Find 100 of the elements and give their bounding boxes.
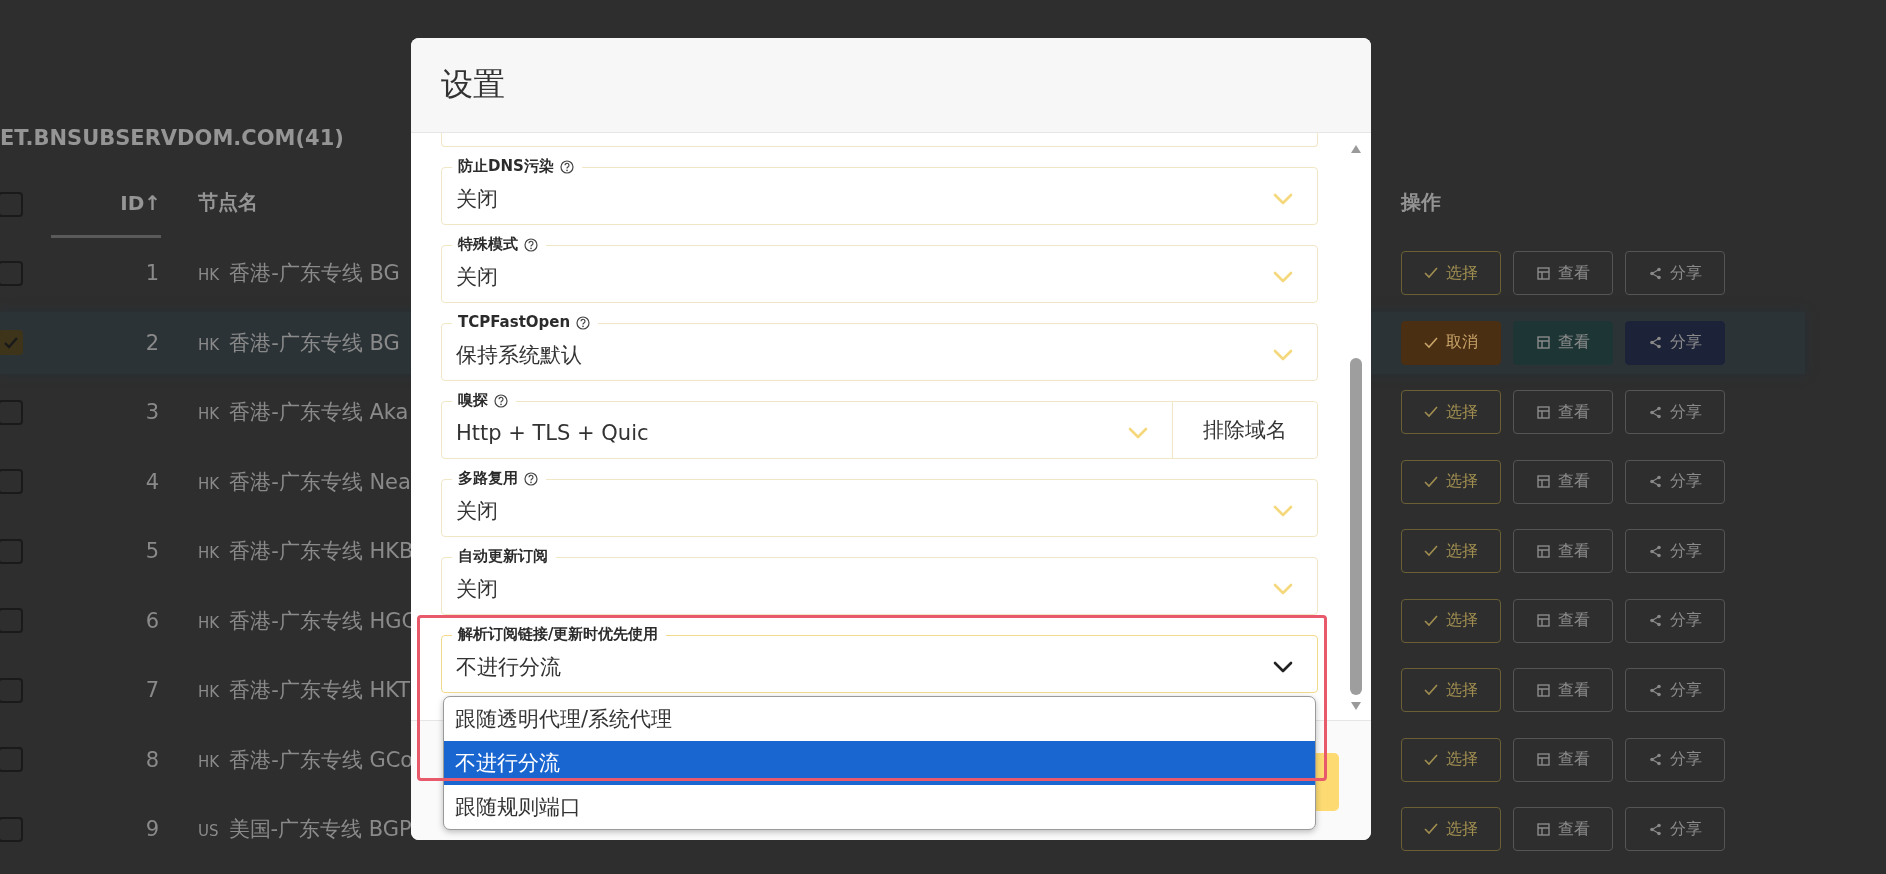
select-button[interactable]: 选择 bbox=[1401, 598, 1501, 643]
help-icon[interactable] bbox=[524, 237, 538, 252]
share-icon bbox=[1648, 475, 1662, 488]
id-cell-text: 4 bbox=[144, 469, 160, 494]
view-button[interactable]: 查看 bbox=[1513, 529, 1613, 573]
node-name: 香港-广东专线 Aka bbox=[229, 399, 409, 426]
dropdown-option[interactable]: 跟随规则端口 bbox=[444, 785, 1315, 829]
check-icon bbox=[1424, 614, 1438, 627]
view-button[interactable]: 查看 bbox=[1513, 320, 1613, 365]
node-name: 香港-广东专线 HKT bbox=[229, 677, 411, 704]
table-icon bbox=[1536, 614, 1550, 627]
select-button[interactable]: 选择 bbox=[1401, 459, 1501, 504]
select-button[interactable]: 选择 bbox=[1401, 737, 1501, 782]
dropdown-option[interactable]: 跟随透明代理/系统代理 bbox=[444, 697, 1315, 741]
id-cell-text: 2 bbox=[144, 330, 160, 355]
check-icon bbox=[1424, 684, 1438, 696]
chevron-icon bbox=[1273, 193, 1293, 205]
node-name: 香港-广东专线 BG bbox=[229, 260, 400, 287]
select-button[interactable]: 选择 bbox=[1401, 668, 1501, 712]
column-header[interactable]: 操作 bbox=[1401, 169, 1441, 239]
dropdown-option[interactable]: 不进行分流 bbox=[444, 741, 1315, 785]
table-icon bbox=[1536, 683, 1550, 697]
region-code: HK bbox=[198, 544, 220, 562]
id-cell-text: 6 bbox=[144, 608, 160, 633]
node-name: 香港-广东专线 Nea bbox=[229, 468, 411, 496]
share-button[interactable]: 分享 bbox=[1625, 529, 1725, 573]
share-icon bbox=[1648, 753, 1662, 766]
region-code: HK bbox=[198, 613, 220, 632]
select-button[interactable]: 取消 bbox=[1401, 320, 1501, 365]
check-icon bbox=[1424, 406, 1438, 418]
share-icon bbox=[1648, 683, 1662, 697]
check-icon bbox=[1424, 753, 1438, 766]
select-button[interactable]: 选择 bbox=[1401, 807, 1501, 851]
region-code: HK bbox=[198, 335, 220, 354]
id-cell-text: 9 bbox=[144, 817, 160, 841]
view-button[interactable]: 查看 bbox=[1513, 807, 1613, 851]
share-icon bbox=[1648, 336, 1662, 349]
table-icon bbox=[1536, 405, 1550, 419]
share-button[interactable]: 分享 bbox=[1625, 668, 1725, 712]
region-code: HK bbox=[198, 474, 220, 493]
share-button[interactable]: 分享 bbox=[1625, 390, 1725, 434]
chevron-icon bbox=[1273, 583, 1293, 595]
share-button[interactable]: 分享 bbox=[1625, 251, 1725, 295]
chevron-icon bbox=[1273, 661, 1293, 673]
column-header[interactable]: ID↑ bbox=[51, 170, 161, 238]
share-button[interactable]: 分享 bbox=[1625, 320, 1725, 365]
check-icon bbox=[1424, 475, 1438, 488]
select-button[interactable]: 选择 bbox=[1401, 390, 1501, 434]
check-icon bbox=[1424, 267, 1438, 279]
node-name: 香港-广东专线 HKB bbox=[229, 538, 414, 565]
check-icon bbox=[2, 335, 19, 350]
region-code: US bbox=[198, 822, 219, 840]
view-button[interactable]: 查看 bbox=[1513, 737, 1613, 782]
id-cell-text: 8 bbox=[144, 747, 160, 772]
help-icon[interactable] bbox=[559, 159, 574, 174]
node-name: 香港-广东专线 GCo bbox=[229, 746, 414, 774]
region-code: HK bbox=[198, 266, 220, 284]
table-icon bbox=[1536, 544, 1550, 558]
share-icon bbox=[1648, 544, 1662, 558]
select-field[interactable] bbox=[441, 133, 1318, 147]
dialog-title: 设置 bbox=[441, 64, 505, 105]
share-icon bbox=[1648, 822, 1662, 836]
view-button[interactable]: 查看 bbox=[1513, 390, 1613, 434]
help-icon[interactable] bbox=[524, 471, 538, 486]
page-title: ET.BNSUBSERVDOM.COM(41) bbox=[0, 126, 344, 150]
share-button[interactable]: 分享 bbox=[1625, 598, 1725, 643]
check-icon bbox=[1424, 336, 1438, 349]
id-cell-text: 3 bbox=[144, 400, 160, 424]
share-button[interactable]: 分享 bbox=[1625, 459, 1725, 504]
id-cell-text: 5 bbox=[144, 539, 160, 563]
row-checkbox[interactable] bbox=[0, 330, 23, 355]
share-button[interactable]: 分享 bbox=[1625, 737, 1725, 782]
view-button[interactable]: 查看 bbox=[1513, 251, 1613, 295]
select-button[interactable]: 选择 bbox=[1401, 251, 1501, 295]
select-button[interactable]: 选择 bbox=[1401, 529, 1501, 573]
table-icon bbox=[1536, 266, 1550, 280]
id-cell-text: 7 bbox=[144, 678, 160, 702]
table-icon bbox=[1536, 475, 1550, 488]
table-icon bbox=[1536, 822, 1550, 836]
node-name: 香港-广东专线 BG bbox=[229, 329, 400, 357]
chevron-icon bbox=[1273, 349, 1293, 361]
view-button[interactable]: 查看 bbox=[1513, 668, 1613, 712]
check-icon bbox=[1424, 545, 1438, 557]
share-icon bbox=[1648, 405, 1662, 419]
table-icon bbox=[1536, 753, 1550, 766]
id-cell-text: 1 bbox=[144, 261, 160, 285]
node-name: 美国-广东专线 BGP bbox=[228, 816, 412, 843]
share-icon bbox=[1648, 266, 1662, 280]
share-icon bbox=[1648, 614, 1662, 627]
table-icon bbox=[1536, 336, 1550, 349]
region-code: HK bbox=[198, 405, 220, 423]
help-icon[interactable] bbox=[576, 315, 591, 330]
view-button[interactable]: 查看 bbox=[1513, 598, 1613, 643]
chevron-icon bbox=[1273, 505, 1293, 517]
region-code: HK bbox=[198, 683, 220, 701]
share-button[interactable]: 分享 bbox=[1625, 807, 1725, 851]
region-code: HK bbox=[198, 752, 220, 771]
chevron-icon bbox=[1273, 271, 1293, 283]
view-button[interactable]: 查看 bbox=[1513, 459, 1613, 504]
check-icon bbox=[1424, 823, 1438, 835]
